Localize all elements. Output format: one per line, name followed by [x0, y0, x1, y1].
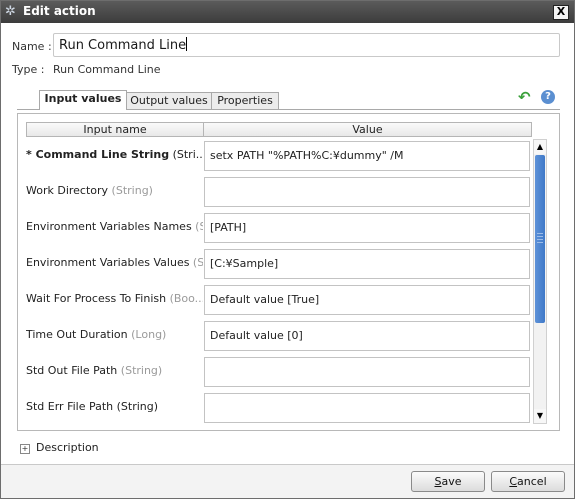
name-input[interactable]: Run Command Line — [53, 33, 560, 57]
scroll-up-arrow-icon[interactable]: ▲ — [534, 140, 546, 154]
scroll-down-arrow-icon[interactable]: ▼ — [534, 409, 546, 423]
title-bar[interactable]: ✲ Edit action X — [1, 1, 574, 23]
grid-row: * Command Line String (Stri... setx PATH… — [26, 137, 531, 173]
vertical-scrollbar[interactable]: ▲ ▼ — [533, 139, 547, 424]
input-type: (Boo... — [166, 292, 203, 305]
required-marker: * — [26, 148, 36, 161]
input-type: (String) — [117, 364, 163, 377]
input-name: Command Line String — [35, 148, 170, 161]
description-label: Description — [36, 441, 99, 454]
scroll-thumb[interactable] — [535, 155, 545, 323]
input-name: Environment Variables Values — [26, 256, 190, 269]
input-name-cell: Work Directory (String) — [26, 173, 203, 209]
save-button[interactable]: Save — [411, 471, 485, 492]
help-icon[interactable]: ? — [541, 90, 555, 104]
value-field[interactable] — [204, 177, 530, 207]
grid-row: Environment Variables Names (S... [PATH] — [26, 209, 531, 245]
input-name: Std Out File Path — [26, 364, 118, 377]
input-name: Wait For Process To Finish — [26, 292, 167, 305]
input-name-cell: Environment Variables Names (S... — [26, 209, 203, 245]
input-name-cell: Std Out File Path (String) — [26, 353, 203, 389]
input-name-cell: * Command Line String (Stri... — [26, 137, 203, 173]
name-label: Name : — [12, 40, 52, 53]
input-name: Time Out Duration — [26, 328, 128, 341]
type-value: Run Command Line — [53, 63, 161, 76]
grid-row: Wait For Process To Finish (Boo... Defau… — [26, 281, 531, 317]
input-type: (String) — [108, 184, 153, 197]
tab-output-values[interactable]: Output values — [125, 92, 213, 110]
input-name: Environment Variables Names — [26, 220, 192, 233]
value-field[interactable] — [204, 393, 530, 423]
input-name-cell: Wait For Process To Finish (Boo... — [26, 281, 203, 317]
scroll-grip — [537, 233, 543, 245]
input-type: (S... — [192, 256, 203, 269]
column-header-input-name[interactable]: Input name — [26, 122, 204, 137]
input-type: (Stri... — [169, 148, 203, 161]
value-field[interactable]: [C:¥Sample] — [204, 249, 530, 279]
dialog-title: Edit action — [23, 4, 96, 18]
grid-row: Environment Variables Values (S... [C:¥S… — [26, 245, 531, 281]
grid-row: Work Directory (String) — [26, 173, 531, 209]
text-caret — [186, 37, 188, 51]
tab-input-values[interactable]: Input values — [39, 90, 127, 110]
cancel-label: ancel — [517, 475, 547, 488]
description-expander[interactable]: + Description — [20, 441, 99, 454]
grid-row: Std Err File Path (String) — [26, 389, 531, 425]
input-name-cell: Std Err File Path (String) — [26, 389, 203, 425]
tab-properties[interactable]: Properties — [211, 92, 279, 110]
edit-action-dialog: ✲ Edit action X Name : Run Command Line … — [0, 0, 575, 499]
column-header-value[interactable]: Value — [203, 122, 532, 137]
footer-bar — [1, 465, 574, 498]
back-arrow-icon[interactable]: ↶ — [518, 90, 531, 105]
input-name-cell: Environment Variables Values (S... — [26, 245, 203, 281]
grid-row: Std Out File Path (String) — [26, 353, 531, 389]
value-field[interactable]: Default value [0] — [204, 321, 530, 351]
save-label: ave — [441, 475, 462, 488]
expand-plus-icon[interactable]: + — [20, 444, 30, 454]
input-name-cell: Time Out Duration (Long) — [26, 317, 203, 353]
input-name: Work Directory — [26, 184, 109, 197]
input-type: (S... — [195, 220, 203, 233]
type-label: Type : — [12, 63, 45, 76]
input-name: Std Err File Path (String) — [26, 400, 159, 413]
grid-row: Time Out Duration (Long) Default value [… — [26, 317, 531, 353]
gear-icon: ✲ — [5, 4, 16, 19]
value-field[interactable]: setx PATH "%PATH%C:¥dummy" /M — [204, 141, 530, 171]
cancel-mnemonic: C — [509, 475, 518, 488]
close-button[interactable]: X — [553, 5, 569, 20]
input-type: (Long) — [127, 328, 167, 341]
value-field[interactable]: [PATH] — [204, 213, 530, 243]
value-field[interactable]: Default value [True] — [204, 285, 530, 315]
cancel-button[interactable]: Cancel — [491, 471, 565, 492]
name-input-value: Run Command Line — [59, 38, 187, 53]
value-field[interactable] — [204, 357, 530, 387]
